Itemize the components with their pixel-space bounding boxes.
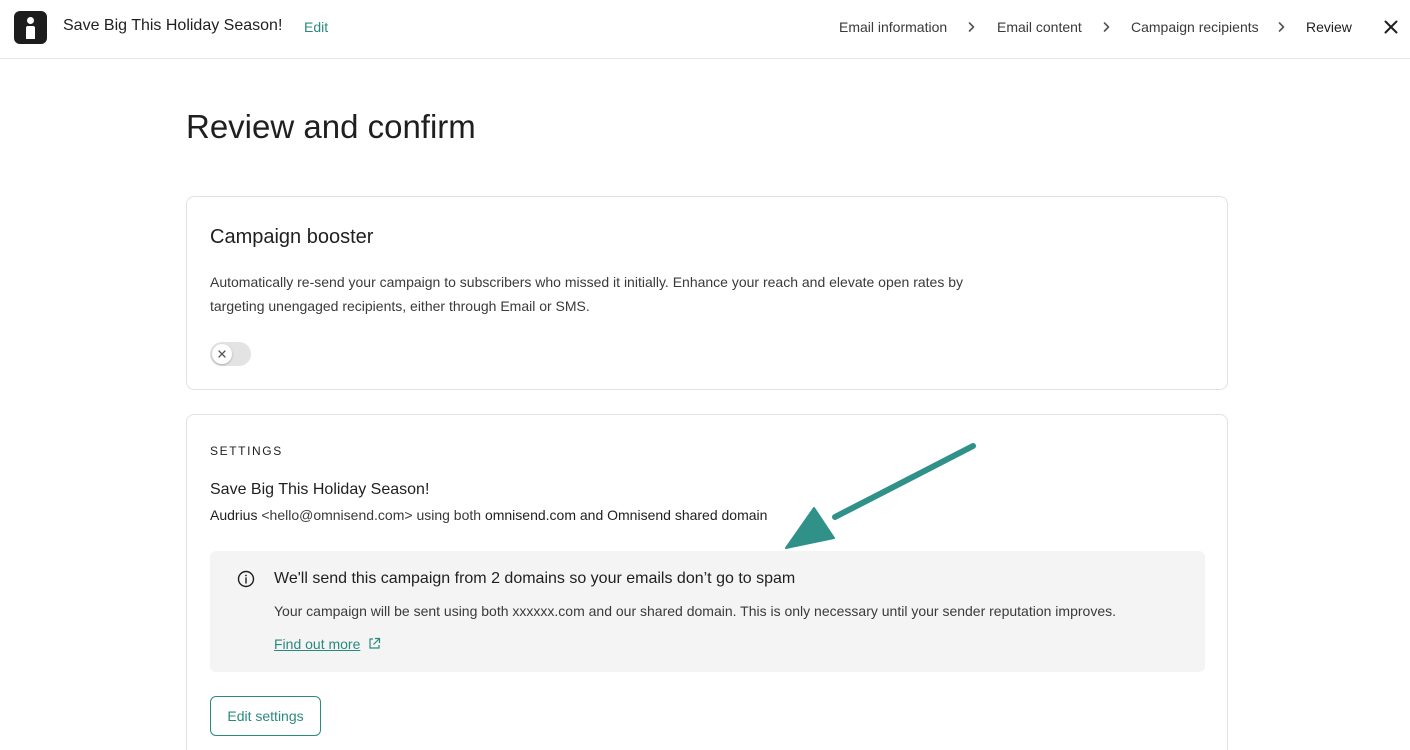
sender-line: Audrius <hello@omnisend.com> using both … — [210, 507, 767, 523]
logo-dot — [27, 17, 34, 24]
notice-body: Your campaign will be sent using both xx… — [274, 603, 1116, 619]
find-out-more-link[interactable]: Find out more — [274, 636, 360, 652]
campaign-booster-toggle[interactable] — [210, 342, 251, 366]
edit-settings-button[interactable]: Edit settings — [210, 696, 321, 736]
breadcrumb-email-content[interactable]: Email content — [997, 19, 1082, 35]
top-bar: Save Big This Holiday Season! Edit Email… — [0, 0, 1410, 59]
settings-card: SETTINGS Save Big This Holiday Season! A… — [186, 414, 1228, 750]
chevron-right-icon — [966, 20, 978, 34]
two-domains-notice: We'll send this campaign from 2 domains … — [210, 551, 1205, 672]
page-title: Review and confirm — [186, 108, 476, 145]
campaign-title: Save Big This Holiday Season! — [63, 17, 283, 34]
close-icon[interactable] — [1382, 18, 1400, 36]
sender-using-text: using both — [416, 507, 482, 523]
settings-section-label: SETTINGS — [210, 444, 283, 458]
campaign-booster-title: Campaign booster — [210, 226, 374, 248]
sender-domains: omnisend.com and Omnisend shared domain — [484, 507, 768, 523]
edit-title-link[interactable]: Edit — [304, 19, 328, 35]
toggle-off-x-icon — [218, 350, 226, 358]
campaign-booster-description: Automatically re-send your campaign to s… — [210, 274, 964, 314]
toggle-knob — [212, 344, 232, 364]
breadcrumb-email-information[interactable]: Email information — [839, 19, 947, 35]
sender-name: Audrius — [210, 507, 258, 523]
chevron-right-icon — [1101, 20, 1113, 34]
breadcrumb-review[interactable]: Review — [1306, 19, 1352, 35]
campaign-booster-card: Campaign booster Automatically re-send y… — [186, 196, 1228, 390]
external-link-icon[interactable] — [368, 637, 381, 650]
notice-title: We'll send this campaign from 2 domains … — [274, 570, 796, 587]
sender-email: <hello@omnisend.com> — [261, 507, 413, 523]
omnisend-logo-icon[interactable] — [14, 11, 47, 44]
chevron-right-icon — [1276, 20, 1288, 34]
breadcrumb-campaign-recipients[interactable]: Campaign recipients — [1131, 19, 1259, 35]
logo-stem — [26, 26, 35, 39]
info-icon — [237, 570, 255, 588]
email-subject: Save Big This Holiday Season! — [210, 481, 430, 498]
